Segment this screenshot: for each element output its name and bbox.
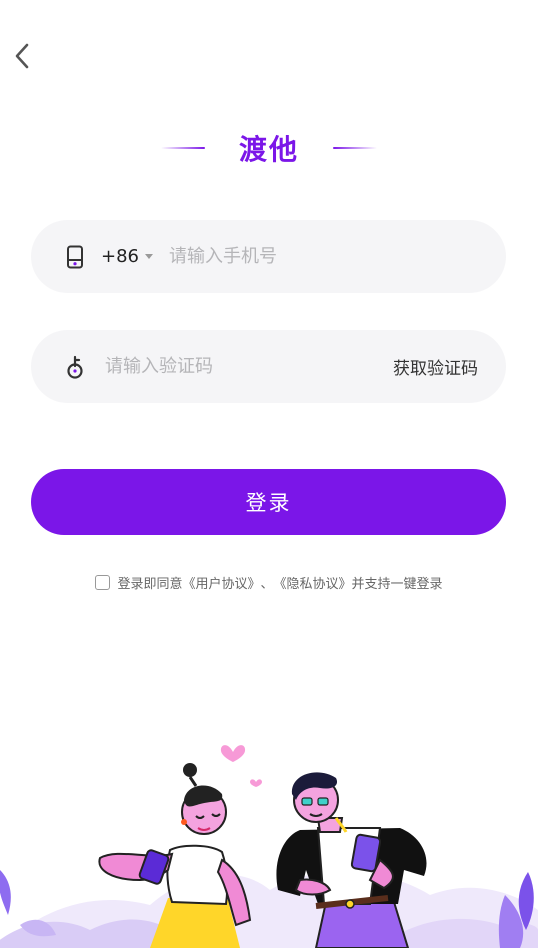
- user-agreement-link[interactable]: 《用户协议》: [182, 573, 260, 592]
- agreement-prefix: 登录即同意: [117, 576, 183, 592]
- agreement-separator: 、: [260, 576, 274, 592]
- caret-down-icon: [145, 254, 153, 259]
- title-decoration-left: [160, 147, 205, 149]
- back-button[interactable]: [8, 38, 36, 74]
- app-title: 渡他: [238, 133, 299, 166]
- phone-input[interactable]: [167, 245, 471, 268]
- agreement-row: 登录即同意 《用户协议》 、 《隐私协议》 并支持一键登录: [0, 572, 538, 592]
- country-code-select[interactable]: +86: [101, 246, 153, 267]
- verification-code-input[interactable]: [103, 355, 367, 378]
- phone-icon: [65, 244, 85, 270]
- agreement-checkbox[interactable]: [95, 574, 111, 590]
- app-title-row: 渡他: [0, 126, 538, 170]
- couple-with-phones-illustration: [0, 720, 538, 949]
- country-code-value: +86: [101, 246, 139, 267]
- phone-field: +86: [31, 220, 506, 293]
- chevron-left-icon: [15, 43, 29, 69]
- agreement-suffix: 并支持一键登录: [351, 576, 443, 592]
- verification-code-field: 获取验证码: [31, 330, 506, 403]
- get-code-button[interactable]: 获取验证码: [393, 330, 478, 403]
- login-button[interactable]: 登录: [31, 469, 506, 535]
- title-decoration-right: [333, 147, 377, 149]
- privacy-agreement-link[interactable]: 《隐私协议》: [274, 573, 352, 592]
- key-icon: [65, 354, 85, 380]
